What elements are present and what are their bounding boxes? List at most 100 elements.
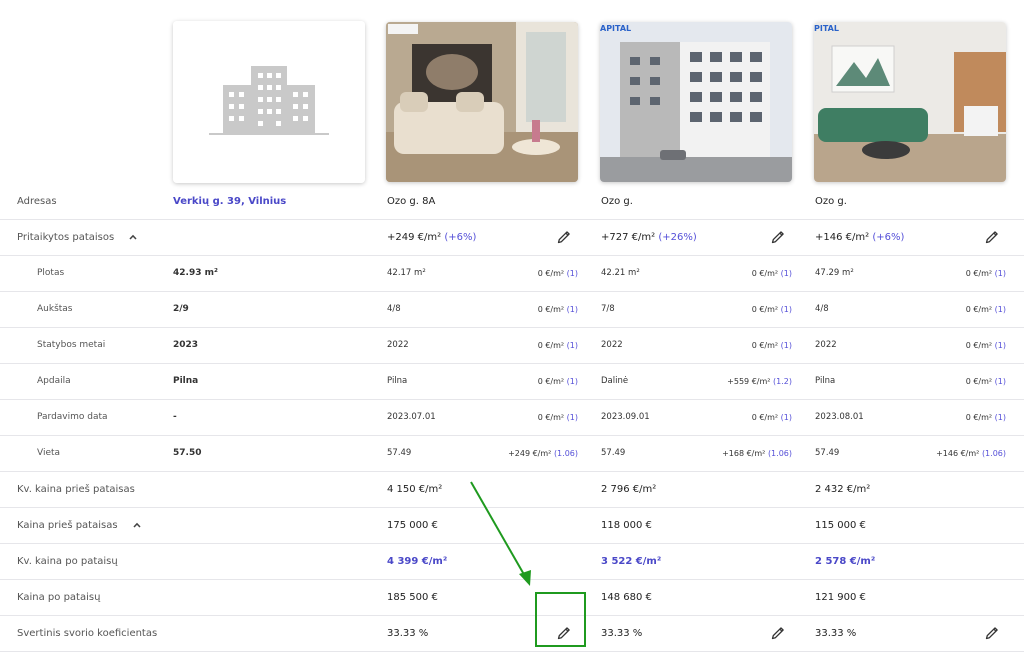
adjustment-coefficient: (1) xyxy=(994,269,1006,278)
comparable-2-photo[interactable]: APITAL xyxy=(600,22,792,182)
comparable-1-value: Pilna xyxy=(387,376,408,386)
row-label: Aukštas xyxy=(37,304,73,314)
row-label: Statybos metai xyxy=(37,340,106,350)
comparable-3-logo: PITAL xyxy=(814,24,839,33)
comparable-1-value: 175 000 € xyxy=(387,520,438,531)
table-row-location: Vieta 57.50 57.49 +249 €/m² (1.06) 57.49… xyxy=(0,436,1024,472)
comparable-3-value: Pilna xyxy=(815,376,836,386)
comparable-1-adjustment: 0 €/m² (1) xyxy=(470,328,578,363)
photo-row: APITAL PITAL xyxy=(0,20,1024,184)
adjustment-coefficient: (1) xyxy=(566,341,578,350)
comparable-2-value: 148 680 € xyxy=(601,592,652,603)
row-label: Kv. kaina prieš pataisas xyxy=(17,484,135,495)
comparable-3-value: 57.49 xyxy=(815,448,840,458)
adjustment-value: 0 €/m² xyxy=(965,341,993,350)
comparable-3-adjustment: 0 €/m² (1) xyxy=(898,292,1006,327)
comparable-1-photo[interactable] xyxy=(386,22,578,182)
comparable-2-adjustment: 0 €/m² (1) xyxy=(684,328,792,363)
comparable-1-value: 185 500 € xyxy=(387,592,438,603)
comparable-2-adjustment: 0 €/m² (1) xyxy=(684,256,792,291)
price-before-toggle[interactable]: Kaina prieš pataisas xyxy=(17,508,142,543)
subject-value: 57.50 xyxy=(173,448,202,458)
chevron-up-icon[interactable] xyxy=(128,232,138,242)
adjustment-value: 0 €/m² xyxy=(537,341,565,350)
row-label: Vieta xyxy=(37,448,61,458)
comparable-3-weight: 33.33 % xyxy=(815,628,857,639)
adjustment-coefficient: (1) xyxy=(566,413,578,422)
comparable-1-value: 57.49 xyxy=(387,448,412,458)
table-row-price-after: Kaina po pataisų 185 500 € 148 680 € 121… xyxy=(0,580,1024,616)
adjustment-value: 0 €/m² xyxy=(537,305,565,314)
comparable-1-value: 42.17 m² xyxy=(387,268,426,278)
adjustment-coefficient: (1) xyxy=(994,413,1006,422)
adjustment-value: 0 €/m² xyxy=(537,269,565,278)
adjustment-coefficient: (1.06) xyxy=(981,449,1006,458)
annotation-highlight-box xyxy=(535,592,586,647)
comparable-3-adjustment: 0 €/m² (1) xyxy=(898,328,1006,363)
comparable-2-adjustment: 0 €/m² (1) xyxy=(684,292,792,327)
adjustment-coefficient: (1) xyxy=(780,413,792,422)
comparable-3-value: 2 432 €/m² xyxy=(815,484,871,495)
row-label: Adresas xyxy=(17,196,57,207)
comparable-2-value: 118 000 € xyxy=(601,520,652,531)
adjustment-value: +168 €/m² xyxy=(722,449,766,458)
comparable-1-value: 4 399 €/m² xyxy=(387,556,448,567)
adjustment-coefficient: (1) xyxy=(780,269,792,278)
building-placeholder-icon xyxy=(173,21,365,183)
comparable-3-adjustment: 0 €/m² (1) xyxy=(898,364,1006,399)
living-room-photo xyxy=(386,22,578,182)
adjustment-value: 0 €/m² xyxy=(751,269,779,278)
adjustment-value: +146 €/m² xyxy=(815,232,870,243)
comparable-3-value: 121 900 € xyxy=(815,592,866,603)
comparable-3-adjustment: 0 €/m² (1) xyxy=(898,256,1006,291)
table-row-price-before: Kaina prieš pataisas 175 000 € 118 000 €… xyxy=(0,508,1024,544)
adjustment-value: +249 €/m² xyxy=(508,449,552,458)
subject-address-link[interactable]: Verkių g. 39, Vilnius xyxy=(173,184,286,219)
comparable-3-photo[interactable]: PITAL xyxy=(814,22,1006,182)
edit-weight-pencil-icon[interactable] xyxy=(770,625,786,641)
table-row-build-year: Statybos metai 2023 2022 0 €/m² (1) 2022… xyxy=(0,328,1024,364)
subject-value: 2/9 xyxy=(173,304,189,314)
adjustment-value: 0 €/m² xyxy=(537,413,565,422)
adjustment-coefficient: (1) xyxy=(780,305,792,314)
adjustment-value: 0 €/m² xyxy=(965,305,993,314)
comparable-3-value: 47.29 m² xyxy=(815,268,854,278)
comparable-3-address: Ozo g. xyxy=(815,196,847,207)
comparable-1-adjustment: 0 €/m² (1) xyxy=(470,292,578,327)
comparable-3-adjustment-total: +146 €/m² (+6%) xyxy=(815,220,904,255)
table-row-floor: Aukštas 2/9 4/8 0 €/m² (1) 7/8 0 €/m² (1… xyxy=(0,292,1024,328)
table-row-sqm-price-before: Kv. kaina prieš pataisas 4 150 €/m² 2 79… xyxy=(0,472,1024,508)
adjustments-toggle[interactable]: Pritaikytos pataisos xyxy=(17,220,138,255)
table-row-sale-date: Pardavimo data - 2023.07.01 0 €/m² (1) 2… xyxy=(0,400,1024,436)
row-label: Apdaila xyxy=(37,376,71,386)
subject-value: Pilna xyxy=(173,376,199,386)
row-label: Pritaikytos pataisos xyxy=(17,232,115,243)
adjustment-value: +146 €/m² xyxy=(936,449,980,458)
comparable-2-adjustment-total: +727 €/m² (+26%) xyxy=(601,220,697,255)
comparable-1-value: 2023.07.01 xyxy=(387,412,436,422)
edit-pencil-icon[interactable] xyxy=(556,229,572,245)
comparable-2-address: Ozo g. xyxy=(601,196,633,207)
comparable-1-adjustment: 0 €/m² (1) xyxy=(470,400,578,435)
comparable-2-value: 2022 xyxy=(601,340,623,350)
edit-pencil-icon[interactable] xyxy=(984,229,1000,245)
edit-weight-pencil-icon[interactable] xyxy=(984,625,1000,641)
comparable-2-value: 2023.09.01 xyxy=(601,412,650,422)
adjustment-coefficient: (1.06) xyxy=(553,449,578,458)
comparable-2-value: 2 796 €/m² xyxy=(601,484,657,495)
row-label: Kv. kaina po pataisų xyxy=(17,556,118,567)
adjustment-value: 0 €/m² xyxy=(751,341,779,350)
building-exterior-photo xyxy=(600,22,792,182)
comparable-2-adjustment: +168 €/m² (1.06) xyxy=(684,436,792,471)
row-label: Pardavimo data xyxy=(37,412,108,422)
chevron-up-icon[interactable] xyxy=(132,520,142,530)
table-row-adjustments: Pritaikytos pataisos +249 €/m² (+6%) +72… xyxy=(0,220,1024,256)
adjustment-coefficient: (1.06) xyxy=(767,449,792,458)
edit-pencil-icon[interactable] xyxy=(770,229,786,245)
comparable-2-value: 7/8 xyxy=(601,304,615,314)
comparable-2-value: Dalinė xyxy=(601,376,629,386)
comparable-2-value: 57.49 xyxy=(601,448,626,458)
table-row-weight: Svertinis svorio koeficientas 33.33 % 33… xyxy=(0,616,1024,652)
comparable-1-adjustment: +249 €/m² (1.06) xyxy=(470,436,578,471)
adjustment-coefficient: (1) xyxy=(566,305,578,314)
